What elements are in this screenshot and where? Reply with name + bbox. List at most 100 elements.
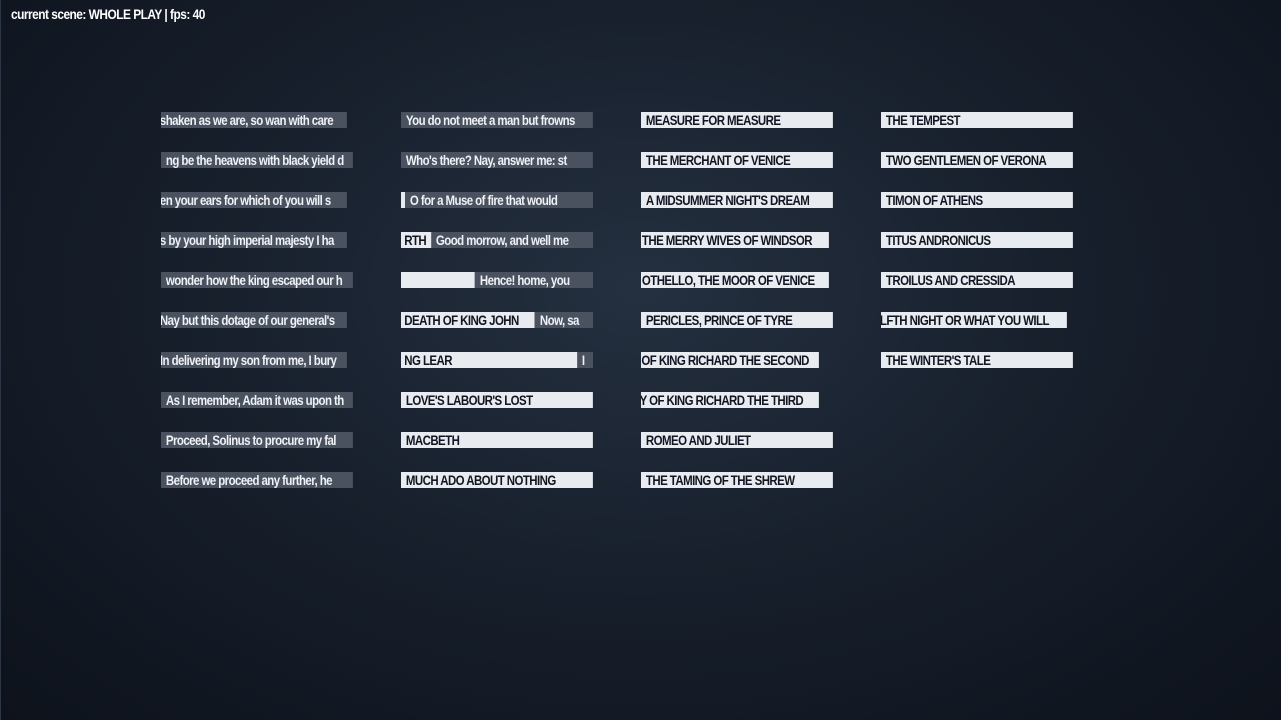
play-title-segment: TITUS ANDRONICUS bbox=[881, 232, 1073, 248]
fps-label: fps: bbox=[170, 6, 190, 22]
text-strip: TROILUS AND CRESSIDA bbox=[881, 272, 1073, 288]
scrolling-text-tile: TITUS ANDRONICUS bbox=[881, 232, 1073, 248]
play-title-segment: OTHELLO, THE MOOR OF VENICE bbox=[641, 272, 829, 288]
scrolling-text-tile: LOVE'S LABOUR'S LOST bbox=[401, 392, 593, 408]
play-line-segment: I bbox=[576, 352, 593, 368]
play-line-segment: As I remember, Adam it was upon th bbox=[161, 392, 353, 408]
scrolling-text-tile: THE TEMPEST bbox=[881, 112, 1073, 128]
text-strip: en your ears for which of you will s bbox=[161, 192, 347, 208]
scrolling-text-tile: shaken as we are, so wan with care bbox=[161, 112, 353, 128]
scrolling-text-tile: MACBETH bbox=[401, 432, 593, 448]
text-strip: s by your high imperial majesty I ha bbox=[161, 232, 347, 248]
text-strip: LOVE'S LABOUR'S LOST bbox=[401, 392, 593, 408]
scrolling-text-tile: DEATH OF KING JOHN Now, sa bbox=[401, 312, 593, 328]
play-line-segment: Nay but this dotage of our general's bbox=[161, 312, 347, 328]
scrolling-text-tile: THE WINTER'S TALE bbox=[881, 352, 1073, 368]
play-title-segment: RTH bbox=[401, 232, 431, 248]
scene-label: current scene: bbox=[11, 6, 86, 22]
scrolling-text-tile: DY OF KING RICHARD THE THIRD bbox=[641, 392, 833, 408]
play-line-segment: s by your high imperial majesty I ha bbox=[161, 232, 347, 248]
text-strip: Who's there? Nay, answer me: st bbox=[401, 152, 593, 168]
text-column-2: You do not meet a man but frowns Who's th… bbox=[401, 112, 593, 512]
text-strip: ROMEO AND JULIET bbox=[641, 432, 833, 448]
scrolling-text-tile: s by your high imperial majesty I ha bbox=[161, 232, 353, 248]
status-readout: current scene: WHOLE PLAY | fps: 40 bbox=[11, 6, 205, 22]
scrolling-text-tile: RTH Good morrow, and well me bbox=[401, 232, 593, 248]
scrolling-text-tile: THE MERCHANT OF VENICE bbox=[641, 152, 833, 168]
play-line-segment: You do not meet a man but frowns bbox=[401, 112, 593, 128]
text-strip: LFTH NIGHT OR WHAT YOU WILL bbox=[881, 312, 1067, 328]
text-strip: TITUS ANDRONICUS bbox=[881, 232, 1073, 248]
text-strip: Before we proceed any further, he bbox=[161, 472, 353, 488]
scrolling-text-tile: Before we proceed any further, he bbox=[161, 472, 353, 488]
scrolling-text-tile: Y OF KING RICHARD THE SECOND bbox=[641, 352, 833, 368]
scrolling-text-tile: THE MERRY WIVES OF WINDSOR bbox=[641, 232, 833, 248]
text-strip: THE TEMPEST bbox=[881, 112, 1073, 128]
play-title-segment: A MIDSUMMER NIGHT'S DREAM bbox=[641, 192, 833, 208]
scrolling-text-tile: In delivering my son from me, I bury bbox=[161, 352, 353, 368]
play-line-segment: Now, sa bbox=[534, 312, 593, 328]
text-strip: THE MERCHANT OF VENICE bbox=[641, 152, 833, 168]
play-title-segment: TWO GENTLEMEN OF VERONA bbox=[881, 152, 1073, 168]
text-strip: shaken as we are, so wan with care bbox=[161, 112, 347, 128]
text-column-1: shaken as we are, so wan with care ng be … bbox=[161, 112, 353, 512]
scrolling-text-tile: Hence! home, you bbox=[401, 272, 593, 288]
play-line-segment: wonder how the king escaped our h bbox=[161, 272, 353, 288]
text-strip: You do not meet a man but frowns bbox=[401, 112, 593, 128]
scrolling-text-tile: You do not meet a man but frowns bbox=[401, 112, 593, 128]
play-title-segment bbox=[401, 272, 475, 288]
text-strip: wonder how the king escaped our h bbox=[161, 272, 353, 288]
play-line-segment: O for a Muse of fire that would bbox=[404, 192, 593, 208]
text-column-3: MEASURE FOR MEASURE THE MERCHANT OF VENIC… bbox=[641, 112, 833, 512]
scrolling-text-tile: en your ears for which of you will s bbox=[161, 192, 353, 208]
play-line-segment: Hence! home, you bbox=[474, 272, 593, 288]
text-strip: THE WINTER'S TALE bbox=[881, 352, 1073, 368]
scrolling-text-tile: ng be the heavens with black yield d bbox=[161, 152, 353, 168]
scrolling-text-tile: O for a Muse of fire that would bbox=[401, 192, 593, 208]
play-title-segment: THE MERCHANT OF VENICE bbox=[641, 152, 833, 168]
window-edge bbox=[0, 0, 1, 720]
text-strip: ng be the heavens with black yield d bbox=[161, 152, 353, 168]
scrolling-text-tile: As I remember, Adam it was upon th bbox=[161, 392, 353, 408]
play-title-segment: LOVE'S LABOUR'S LOST bbox=[401, 392, 593, 408]
text-strip: MACBETH bbox=[401, 432, 593, 448]
text-strip: A MIDSUMMER NIGHT'S DREAM bbox=[641, 192, 833, 208]
text-strip: Nay but this dotage of our general's bbox=[161, 312, 347, 328]
text-strip: THE TAMING OF THE SHREW bbox=[641, 472, 833, 488]
text-strip: DY OF KING RICHARD THE THIRD bbox=[641, 392, 819, 408]
fps-value: 40 bbox=[192, 6, 206, 22]
play-line-segment: In delivering my son from me, I bury bbox=[161, 352, 347, 368]
play-line-segment: Proceed, Solinus to procure my fal bbox=[161, 432, 353, 448]
play-title-segment: THE WINTER'S TALE bbox=[881, 352, 1073, 368]
text-strip: TIMON OF ATHENS bbox=[881, 192, 1073, 208]
scrolling-text-tile: THE TAMING OF THE SHREW bbox=[641, 472, 833, 488]
scrolling-text-tile: LFTH NIGHT OR WHAT YOU WILL bbox=[881, 312, 1073, 328]
play-title-segment: THE MERRY WIVES OF WINDSOR bbox=[641, 232, 829, 248]
play-title-segment: MEASURE FOR MEASURE bbox=[641, 112, 833, 128]
play-line-segment: Good morrow, and well me bbox=[430, 232, 593, 248]
play-title-segment: THE TAMING OF THE SHREW bbox=[641, 472, 833, 488]
text-strip: RTH Good morrow, and well me bbox=[401, 232, 593, 248]
play-title-segment: MACBETH bbox=[401, 432, 593, 448]
play-title-segment: MUCH ADO ABOUT NOTHING bbox=[401, 472, 593, 488]
scrolling-text-tile: PERICLES, PRINCE OF TYRE bbox=[641, 312, 833, 328]
play-title-segment: PERICLES, PRINCE OF TYRE bbox=[641, 312, 833, 328]
play-line-segment: en your ears for which of you will s bbox=[161, 192, 347, 208]
scrolling-text-tile: OTHELLO, THE MOOR OF VENICE bbox=[641, 272, 833, 288]
text-column-4: THE TEMPEST TWO GENTLEMEN OF VERONA TIMON … bbox=[881, 112, 1073, 392]
text-strip: Y OF KING RICHARD THE SECOND bbox=[641, 352, 819, 368]
text-strip: Proceed, Solinus to procure my fal bbox=[161, 432, 353, 448]
text-strip: MUCH ADO ABOUT NOTHING bbox=[401, 472, 593, 488]
scrolling-text-tile: NG LEAR I bbox=[401, 352, 593, 368]
scrolling-text-tile: A MIDSUMMER NIGHT'S DREAM bbox=[641, 192, 833, 208]
text-strip: PERICLES, PRINCE OF TYRE bbox=[641, 312, 833, 328]
text-strip: OTHELLO, THE MOOR OF VENICE bbox=[641, 272, 829, 288]
scrolling-text-tile: Nay but this dotage of our general's bbox=[161, 312, 353, 328]
play-line-segment: Before we proceed any further, he bbox=[161, 472, 353, 488]
text-strip: In delivering my son from me, I bury bbox=[161, 352, 347, 368]
scrolling-text-tile: TIMON OF ATHENS bbox=[881, 192, 1073, 208]
text-strip: THE MERRY WIVES OF WINDSOR bbox=[641, 232, 829, 248]
text-strip: NG LEAR I bbox=[401, 352, 593, 368]
scrolling-text-tile: MUCH ADO ABOUT NOTHING bbox=[401, 472, 593, 488]
scrolling-text-tile: TWO GENTLEMEN OF VERONA bbox=[881, 152, 1073, 168]
